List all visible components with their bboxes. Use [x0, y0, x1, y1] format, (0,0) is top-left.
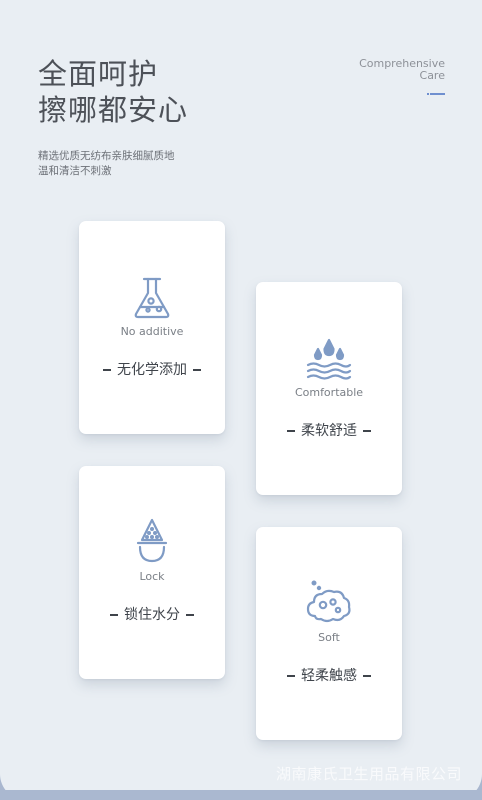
dash-right [363, 675, 371, 677]
card-label-cn: 轻柔触感 [256, 667, 402, 685]
feature-card-comfortable: Comfortable 柔软舒适 [256, 282, 402, 495]
card-label-cn-text: 柔软舒适 [301, 423, 357, 439]
card-label-cn-text: 轻柔触感 [301, 668, 357, 684]
headline-line-1: 全面呵护 [38, 57, 159, 91]
dash-right [193, 369, 201, 371]
company-watermark: 湖南康氏卫生用品有限公司 [275, 765, 462, 783]
water-drops-waves-icon [303, 332, 355, 384]
accent-dash [427, 93, 445, 95]
card-label-cn: 柔软舒适 [256, 422, 402, 440]
english-title: Comprehensive Care [359, 58, 445, 82]
dash-right [363, 430, 371, 432]
card-label-en: Lock [139, 570, 165, 583]
english-title-line-2: Care [419, 69, 445, 82]
feature-page: 全面呵护 擦哪都安心 精选优质无纺布亲肤细腻质地 温和清洁不刺激 Compreh… [0, 0, 482, 800]
soft-cloud-icon [303, 577, 355, 629]
card-label-en: Soft [318, 631, 340, 644]
card-label-cn-text: 锁住水分 [124, 607, 180, 623]
dash-left [287, 675, 295, 677]
feature-card-soft: Soft 轻柔触感 [256, 527, 402, 740]
card-label-cn: 锁住水分 [79, 606, 225, 624]
description-line-1: 精选优质无纺布亲肤细腻质地 [38, 150, 175, 162]
headline: 全面呵护 擦哪都安心 [38, 56, 188, 128]
dash-left [287, 430, 295, 432]
description-line-2: 温和清洁不刺激 [38, 165, 112, 177]
droplet-lock-icon [126, 516, 178, 568]
feature-card-lock: Lock 锁住水分 [79, 466, 225, 679]
dash-left [103, 369, 111, 371]
dash-left [110, 614, 118, 616]
card-label-cn: 无化学添加 [79, 361, 225, 379]
feature-card-no-additive: No additive 无化学添加 [79, 221, 225, 434]
headline-line-2: 擦哪都安心 [38, 93, 189, 127]
card-label-en: No additive [120, 325, 184, 338]
dash-right [186, 614, 194, 616]
description: 精选优质无纺布亲肤细腻质地 温和清洁不刺激 [38, 149, 175, 179]
flask-icon [126, 271, 178, 323]
card-label-cn-text: 无化学添加 [117, 362, 187, 378]
card-label-en: Comfortable [294, 386, 364, 399]
bottom-band [0, 790, 482, 800]
